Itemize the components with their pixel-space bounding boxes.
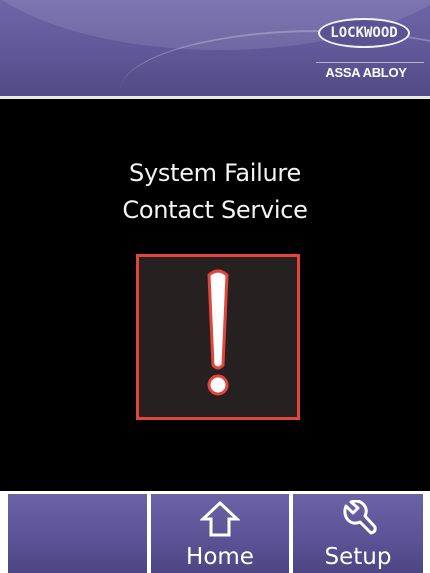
wrench-icon: [343, 500, 377, 535]
status-message-line-2: Contact Service: [122, 196, 308, 224]
footer-bar: Home Setup: [0, 491, 430, 573]
status-message-line-1: System Failure: [129, 159, 301, 187]
setup-button-label: Setup: [324, 544, 392, 570]
logo-text: LOCKWOOD: [330, 25, 398, 41]
device-screen: LOCKWOOD ASSA ABLOY System Failure Conta…: [0, 0, 430, 573]
brand-logo: LOCKWOOD ASSA ABLOY: [308, 18, 424, 80]
exclamation-icon: [207, 269, 229, 396]
home-button[interactable]: Home: [151, 494, 289, 573]
logo-subtext: ASSA ABLOY: [325, 65, 407, 80]
home-icon: [200, 500, 240, 537]
blank-button[interactable]: [8, 494, 147, 573]
header-bar: LOCKWOOD ASSA ABLOY: [0, 0, 430, 96]
main-content: System Failure Contact Service: [0, 99, 430, 491]
setup-button[interactable]: Setup: [293, 494, 423, 573]
logo-divider: [316, 62, 424, 63]
home-button-label: Home: [186, 544, 254, 570]
logo-oval: LOCKWOOD: [318, 18, 410, 48]
alert-panel: [136, 254, 300, 420]
